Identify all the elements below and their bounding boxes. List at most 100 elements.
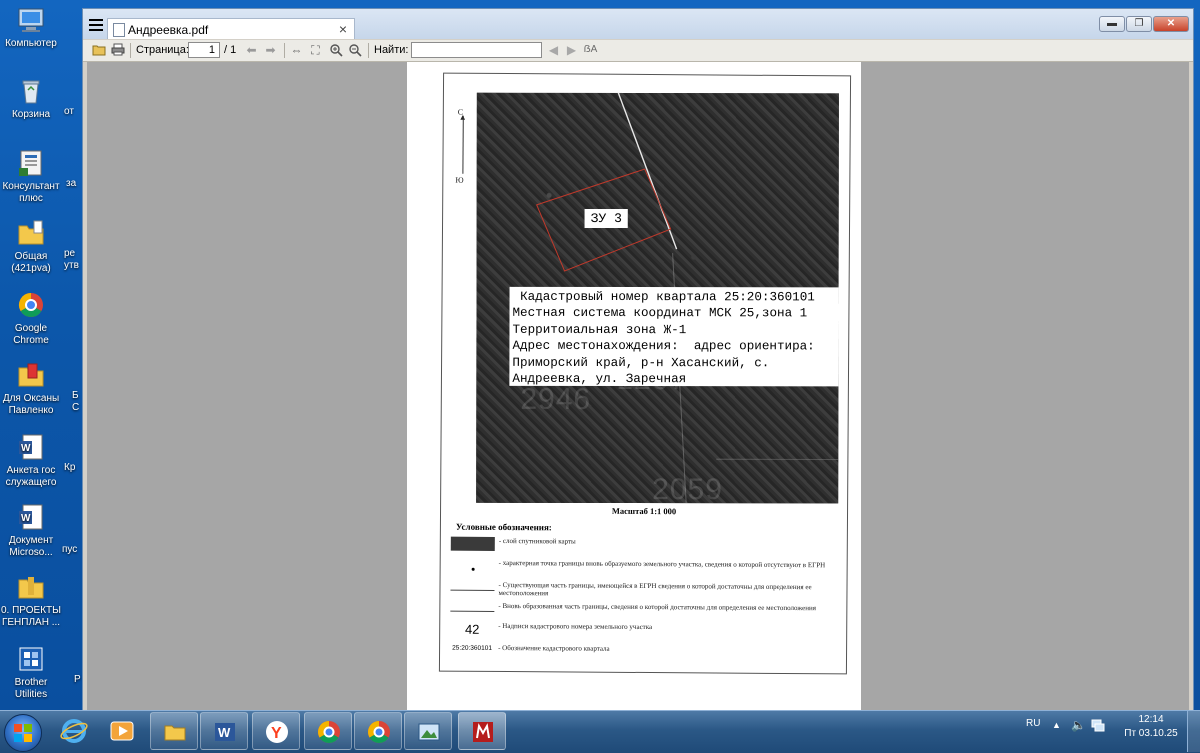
- point-symbol: [451, 564, 495, 574]
- open-file-icon[interactable]: [91, 43, 106, 57]
- legend-text: - слой спутниковой карты: [499, 537, 839, 547]
- faint-cadastral-number: 2946: [520, 383, 591, 417]
- maximize-button[interactable]: ❐: [1126, 16, 1152, 32]
- desktop-icon-folder-oksana[interactable]: Для Оксаны Павленко: [0, 360, 62, 417]
- minimize-button[interactable]: ▬: [1099, 16, 1125, 32]
- previous-page-icon[interactable]: ⬅: [244, 43, 259, 57]
- document-area[interactable]: С ▲ Ю 2946 1207: [87, 62, 1189, 710]
- internet-explorer-icon[interactable]: [60, 717, 88, 745]
- chrome-icon: [367, 720, 391, 744]
- desktop: Компьютер Корзина Консультант плюс Общая…: [0, 0, 1200, 710]
- legend-row: - Вновь образованная часть границы, свед…: [450, 602, 840, 625]
- next-page-icon[interactable]: ➡: [263, 43, 278, 57]
- desktop-icon-document[interactable]: W Документ Microso...: [0, 502, 62, 559]
- info-line: Приморский край, р-н Хасанский, с.: [512, 354, 838, 371]
- file-explorer-icon: [163, 720, 187, 744]
- desktop-icon-brother[interactable]: Brother Utilities: [0, 644, 62, 701]
- info-line: Адрес местонахождения: адрес ориентира:: [512, 338, 838, 355]
- volume-icon[interactable]: 🔈: [1071, 718, 1086, 732]
- north-arrow-line: [462, 116, 463, 174]
- page-number-input[interactable]: 1: [188, 42, 220, 58]
- desktop-icon-anketa[interactable]: W Анкета гос служащего: [0, 432, 62, 489]
- pdf-page: С ▲ Ю 2946 1207: [407, 62, 861, 710]
- legend-text: - характерная точка границы вновь образу…: [499, 559, 839, 569]
- faint-cadastral-number: 2059: [652, 473, 723, 503]
- tab-title: Андреевка.pdf: [128, 23, 208, 37]
- quarter-number-symbol: 25:20:360101: [450, 645, 494, 652]
- desktop-icon-consultant[interactable]: Консультант плюс: [0, 148, 62, 205]
- desktop-icon-label: Корзина: [0, 109, 62, 121]
- legend-row: 25:20:360101 - Обозначение кадастрового …: [450, 644, 840, 663]
- partial-desktop-label: Кр: [64, 462, 84, 474]
- cadastral-info-box: Кадастровый номер квартала 25:20:360101М…: [509, 287, 839, 387]
- info-line: Андреевка, ул. Заречная: [512, 371, 839, 388]
- find-input[interactable]: [411, 42, 542, 58]
- partial-desktop-label: ре утв: [64, 248, 84, 272]
- fit-width-icon[interactable]: ⇔: [289, 43, 304, 57]
- consultant-plus-icon: [16, 148, 46, 178]
- find-label: Найти:: [374, 44, 408, 56]
- title-bar[interactable]: Андреевка.pdf × ▬ ❐ ✕: [83, 9, 1193, 39]
- system-tray: RU ▲ 🔈 12:14 Пт 03.10.25: [1016, 711, 1200, 753]
- hamburger-menu-icon[interactable]: [89, 19, 103, 31]
- plot-number-symbol: 42: [450, 622, 494, 637]
- satellite-layer-swatch: [451, 537, 495, 551]
- tab-close-icon[interactable]: ×: [339, 21, 347, 37]
- close-window-button[interactable]: ✕: [1153, 16, 1189, 32]
- taskbar-app-explorer[interactable]: [150, 712, 198, 750]
- taskbar-app-word[interactable]: W: [200, 712, 248, 750]
- clock-time[interactable]: 12:14: [1121, 714, 1181, 725]
- desktop-icon-computer[interactable]: Компьютер: [0, 5, 62, 50]
- pdf-viewer-window: Андреевка.pdf × ▬ ❐ ✕ Страница: 1 / 1 ⬅ …: [82, 8, 1194, 712]
- show-desktop-button[interactable]: [1187, 711, 1200, 752]
- south-label: Ю: [455, 176, 463, 185]
- desktop-icon-recycle-bin[interactable]: Корзина: [0, 76, 62, 121]
- desktop-icon-label: 0. ПРОЕКТЫ ГЕНПЛАН ...: [0, 605, 62, 629]
- start-button[interactable]: [4, 714, 42, 752]
- language-indicator[interactable]: RU: [1026, 718, 1040, 729]
- desktop-icon-label: Консультант плюс: [0, 181, 62, 205]
- tab-document[interactable]: Андреевка.pdf ×: [107, 18, 355, 39]
- find-previous-icon[interactable]: ◀: [546, 43, 561, 57]
- svg-text:W: W: [21, 443, 31, 454]
- word-document-icon: W: [16, 432, 46, 462]
- network-icon[interactable]: [1091, 718, 1105, 735]
- match-case-icon[interactable]: ẞA: [583, 43, 598, 57]
- desktop-icon-shared-folder[interactable]: Общая (421pva): [0, 218, 62, 275]
- desktop-icon-chrome[interactable]: Google Chrome: [0, 290, 62, 347]
- page-label: Страница:: [136, 44, 189, 56]
- taskbar: W Y RU ▲ 🔈 12:14 Пт 03.10.25: [0, 710, 1200, 753]
- legend-row: - Существующая часть границы, имеющейся …: [450, 581, 840, 604]
- media-player-icon[interactable]: [108, 717, 136, 745]
- photo-viewer-icon: [417, 720, 441, 744]
- folder-icon: [16, 218, 46, 248]
- find-next-icon[interactable]: ▶: [564, 43, 579, 57]
- zoom-out-icon[interactable]: [347, 43, 362, 57]
- legend-text: - Существующая часть границы, имеющейся …: [498, 581, 838, 599]
- zoom-in-icon[interactable]: [328, 43, 343, 57]
- desktop-icon-label: Brother Utilities: [0, 677, 62, 701]
- map-frame: С ▲ Ю 2946 1207: [439, 73, 851, 675]
- clock-date[interactable]: Пт 03.10.25: [1116, 728, 1186, 739]
- desktop-icon-projects[interactable]: 0. ПРОЕКТЫ ГЕНПЛАН ...: [0, 572, 62, 629]
- pdf-file-icon: [113, 23, 125, 37]
- print-icon[interactable]: [110, 43, 125, 57]
- svg-text:W: W: [21, 513, 31, 524]
- page-total: / 1: [224, 44, 236, 56]
- fit-page-icon[interactable]: ⛶: [308, 43, 323, 57]
- toolbar-separator: [284, 43, 285, 58]
- show-hidden-icons-icon[interactable]: ▲: [1052, 720, 1061, 730]
- partial-desktop-label: пус: [62, 544, 84, 556]
- word-document-icon: W: [16, 502, 46, 532]
- taskbar-app-chrome-2[interactable]: [354, 712, 402, 750]
- taskbar-app-chrome[interactable]: [304, 712, 352, 750]
- plot-label: ЗУ 3: [585, 209, 628, 228]
- windows-logo-icon: [14, 724, 32, 742]
- taskbar-app-pdf-viewer[interactable]: [458, 712, 506, 750]
- taskbar-app-image-viewer[interactable]: [404, 712, 452, 750]
- brother-utilities-icon: [16, 644, 46, 674]
- taskbar-app-yandex[interactable]: Y: [252, 712, 300, 750]
- partial-desktop-label: от: [64, 106, 84, 118]
- chrome-icon: [317, 720, 341, 744]
- map-scale: Масштаб 1:1 000: [441, 505, 847, 518]
